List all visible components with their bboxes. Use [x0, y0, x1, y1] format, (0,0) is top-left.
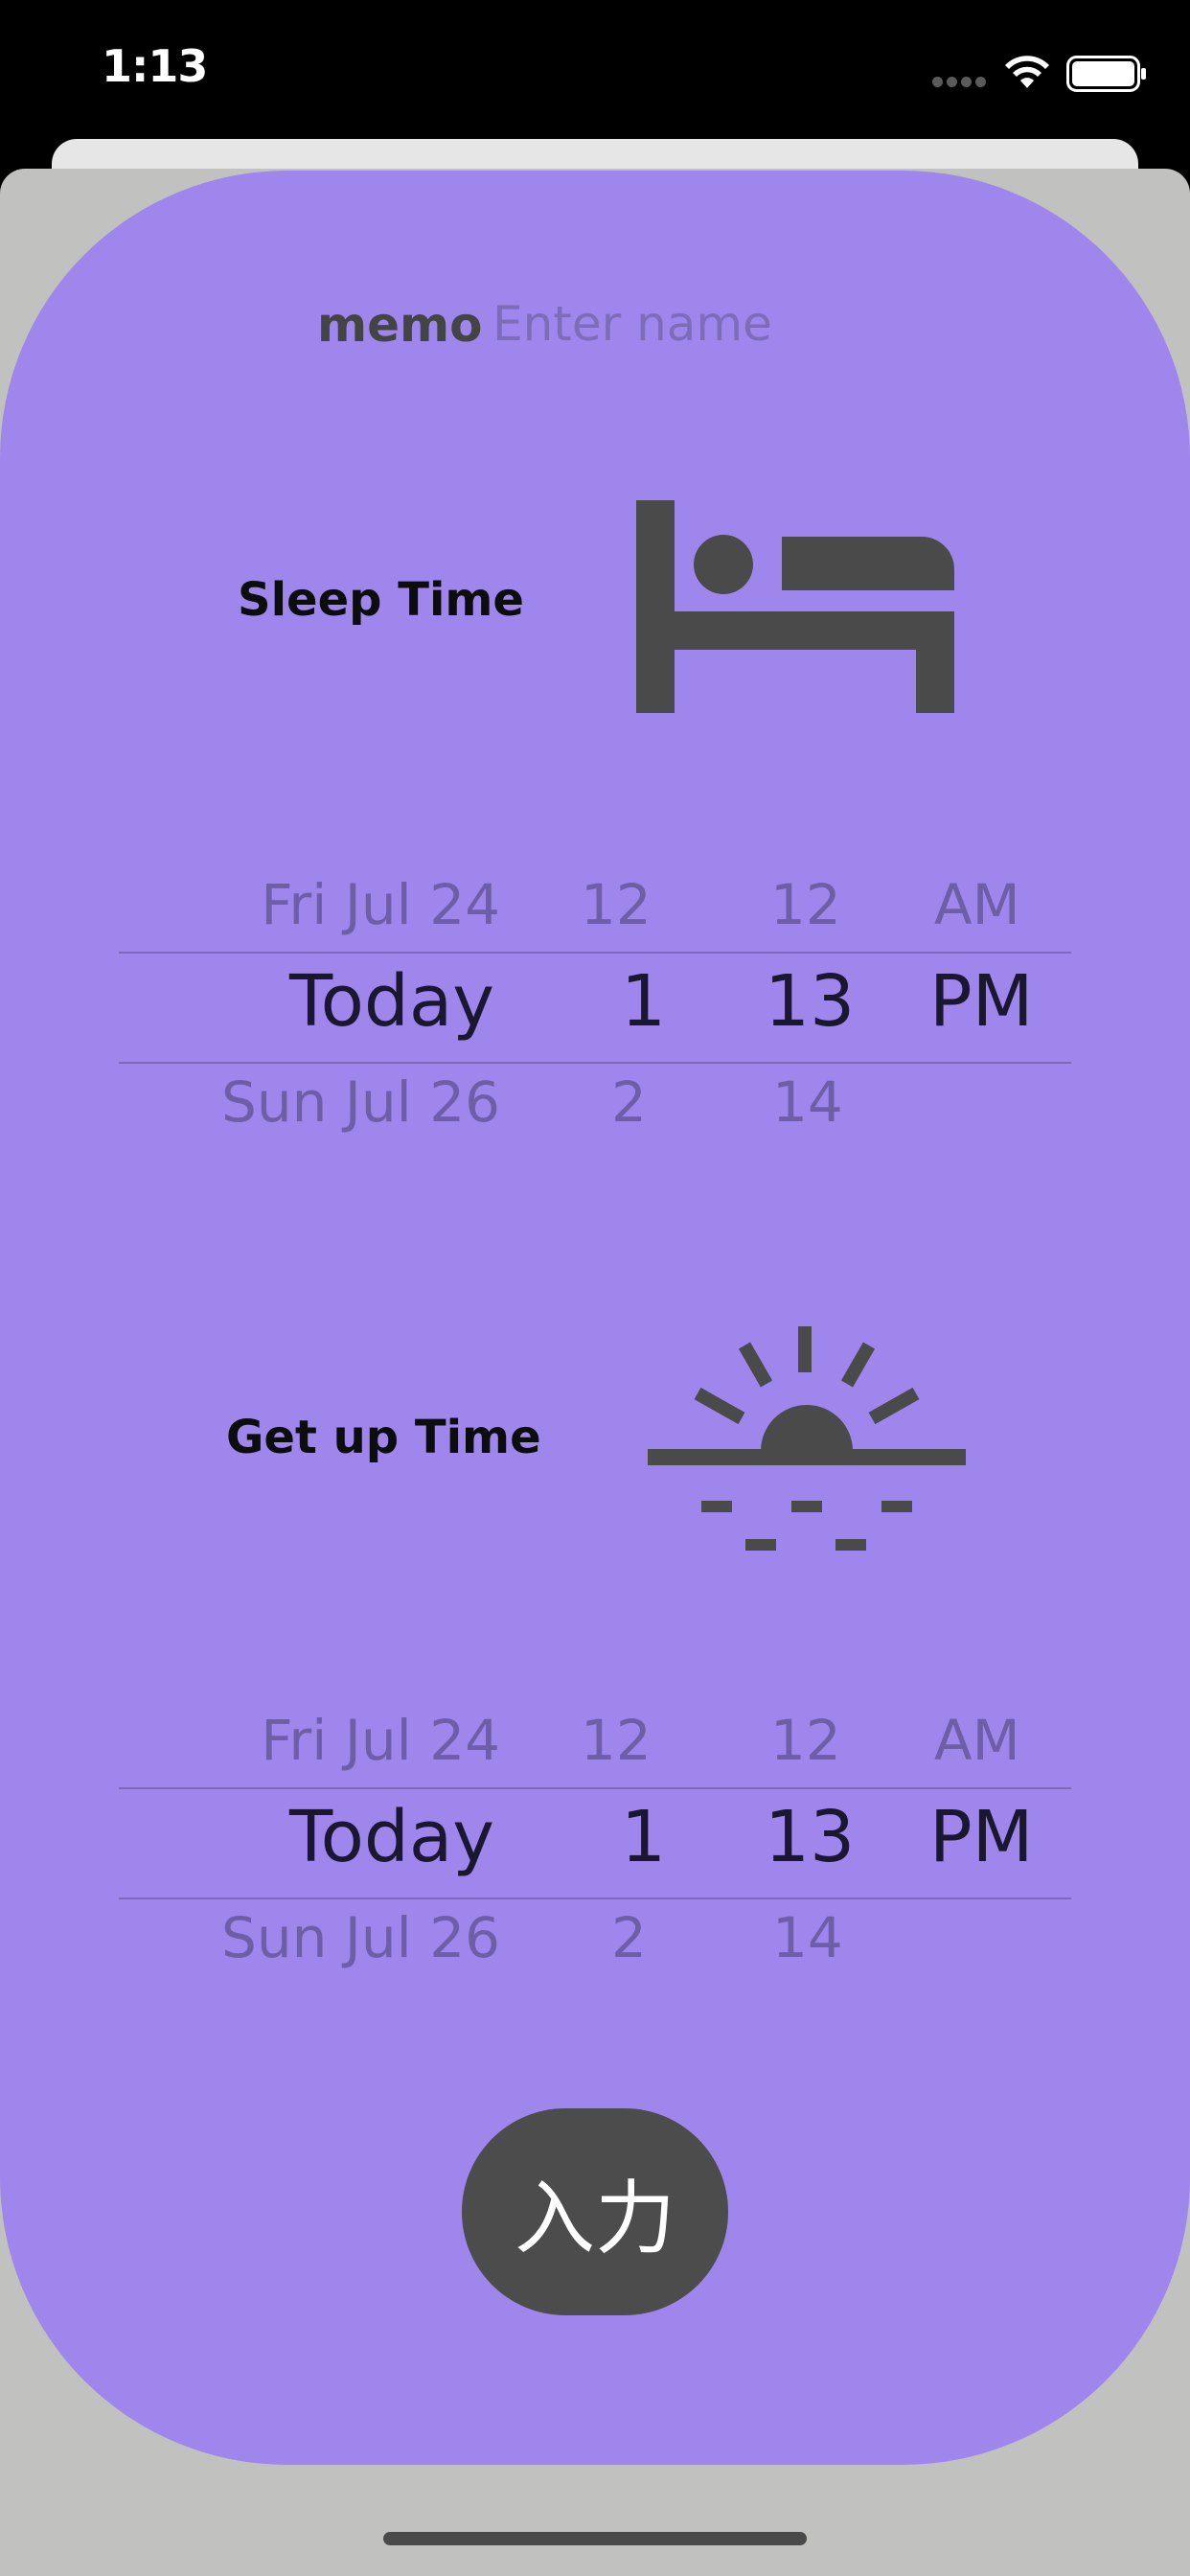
- picker-date-below[interactable]: Sun Jul 26: [221, 1070, 500, 1135]
- picker-period-above[interactable]: AM: [934, 1708, 1020, 1773]
- sleep-time-label: Sleep Time: [238, 573, 524, 627]
- picker-date-selected[interactable]: Today: [289, 1796, 494, 1878]
- picker-minute-below[interactable]: 14: [772, 1070, 843, 1135]
- home-indicator: [383, 2532, 807, 2545]
- picker-period-above[interactable]: AM: [934, 872, 1020, 937]
- sunrise-icon: [648, 1326, 966, 1551]
- picker-date-below[interactable]: Sun Jul 26: [221, 1905, 500, 1970]
- picker-date-above[interactable]: Fri Jul 24: [261, 872, 500, 937]
- picker-date-above[interactable]: Fri Jul 24: [261, 1708, 500, 1773]
- picker-selection-top-line: [119, 952, 1071, 954]
- picker-hour-above[interactable]: 12: [581, 1708, 652, 1773]
- status-bar: 1:13: [0, 0, 1190, 144]
- memo-label: memo: [317, 297, 483, 353]
- picker-hour-above[interactable]: 12: [581, 872, 652, 937]
- sleep-time-picker[interactable]: Fri Jul 24 12 12 AM Today 1 13 PM Sun Ju…: [0, 872, 1190, 1160]
- picker-minute-selected[interactable]: 13: [765, 960, 855, 1043]
- get-up-time-label: Get up Time: [226, 1411, 541, 1464]
- wifi-icon: [1005, 56, 1049, 88]
- picker-period-selected[interactable]: PM: [929, 1796, 1033, 1878]
- memo-name-input[interactable]: [492, 286, 895, 362]
- picker-hour-below[interactable]: 2: [611, 1070, 647, 1135]
- picker-minute-selected[interactable]: 13: [765, 1796, 855, 1878]
- get-up-time-picker[interactable]: Fri Jul 24 12 12 AM Today 1 13 PM Sun Ju…: [0, 1708, 1190, 1995]
- picker-hour-selected[interactable]: 1: [621, 1796, 666, 1878]
- alarm-card: memo Sleep Time Fri Jul 24 12 12 AM Toda…: [0, 171, 1190, 2465]
- picker-selection-bottom-line: [119, 1898, 1071, 1899]
- picker-hour-selected[interactable]: 1: [621, 960, 666, 1043]
- picker-selection-bottom-line: [119, 1062, 1071, 1064]
- picker-period-selected[interactable]: PM: [929, 960, 1033, 1043]
- bed-icon: [636, 500, 954, 713]
- picker-minute-above[interactable]: 12: [770, 872, 841, 937]
- picker-minute-below[interactable]: 14: [772, 1905, 843, 1970]
- battery-icon: [1066, 56, 1146, 92]
- picker-minute-above[interactable]: 12: [770, 1708, 841, 1773]
- submit-button[interactable]: 入力: [462, 2108, 728, 2315]
- cellular-signal-icon: [932, 77, 986, 90]
- status-time: 1:13: [102, 40, 208, 92]
- picker-date-selected[interactable]: Today: [289, 960, 494, 1043]
- picker-selection-top-line: [119, 1787, 1071, 1789]
- picker-hour-below[interactable]: 2: [611, 1905, 647, 1970]
